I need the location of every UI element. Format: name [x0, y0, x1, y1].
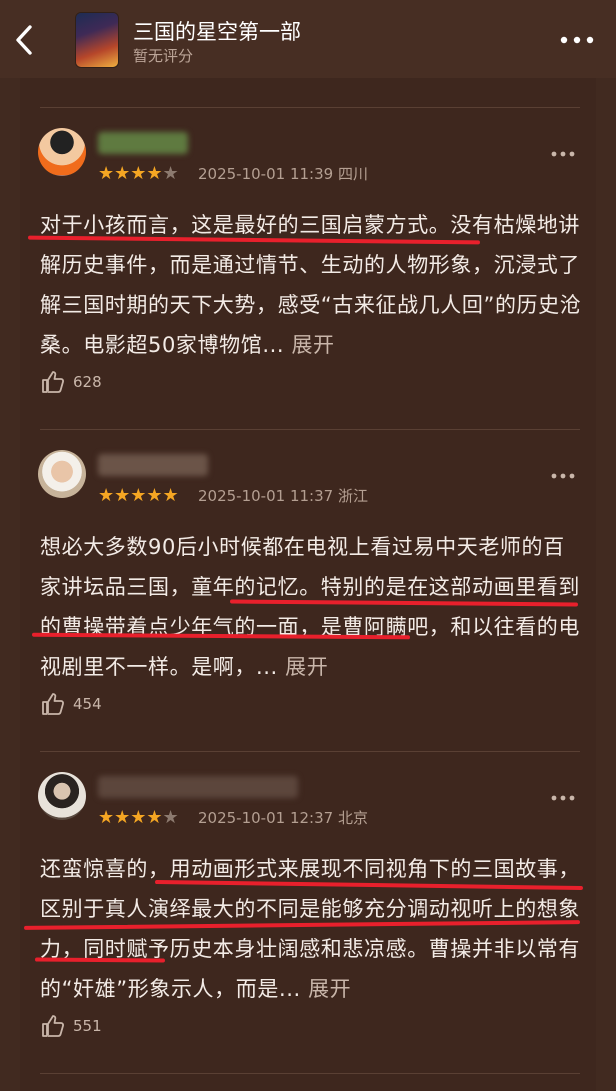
- left-margin: [0, 78, 20, 1091]
- username-blurred[interactable]: [98, 132, 188, 154]
- avatar[interactable]: [38, 128, 86, 176]
- movie-poster[interactable]: [76, 13, 118, 67]
- star-rating: ★★★★★: [98, 485, 179, 506]
- back-arrow-icon[interactable]: [10, 22, 40, 58]
- star-rating: ★★★★★: [98, 163, 179, 184]
- divider: [40, 1073, 580, 1074]
- review-meta: 2025-10-01 11:39 四川: [198, 165, 368, 183]
- like-count: 551: [73, 1017, 102, 1035]
- review-meta: 2025-10-01 11:37 浙江: [198, 487, 368, 505]
- movie-title: 三国的星空第一部: [133, 20, 301, 44]
- expand-link[interactable]: 展开: [291, 333, 334, 357]
- username-blurred[interactable]: [98, 454, 208, 476]
- like-button[interactable]: 454: [40, 691, 160, 719]
- review-meta: 2025-10-01 12:37 北京: [198, 809, 368, 827]
- top-bar: 三国的星空第一部 暂无评分: [0, 0, 616, 78]
- review-text[interactable]: 对于小孩而言，这是最好的三国启蒙方式。没有枯燥地讲解历史事件，而是通过情节、生动…: [40, 205, 586, 365]
- thumbs-up-icon: [42, 1015, 64, 1037]
- review-more-icon[interactable]: [550, 472, 576, 480]
- like-button[interactable]: 628: [40, 369, 160, 397]
- rating-status: 暂无评分: [133, 47, 194, 65]
- divider: [40, 107, 580, 108]
- review-more-icon[interactable]: [550, 150, 576, 158]
- like-count: 628: [73, 373, 102, 391]
- like-button[interactable]: 551: [40, 1013, 160, 1041]
- star-rating: ★★★★★: [98, 807, 179, 828]
- expand-link[interactable]: 展开: [308, 977, 351, 1001]
- avatar[interactable]: [38, 772, 86, 820]
- expand-link[interactable]: 展开: [285, 655, 328, 679]
- right-margin: [596, 78, 616, 1091]
- avatar[interactable]: [38, 450, 86, 498]
- more-options-icon[interactable]: [558, 30, 598, 50]
- username-blurred[interactable]: [98, 776, 298, 798]
- like-count: 454: [73, 695, 102, 713]
- divider: [40, 429, 580, 430]
- review-text[interactable]: 想必大多数90后小时候都在电视上看过易中天老师的百家讲坛品三国，童年的记忆。特别…: [40, 527, 586, 687]
- thumbs-up-icon: [42, 693, 64, 715]
- review-text[interactable]: 还蛮惊喜的，用动画形式来展现不同视角下的三国故事，区别于真人演绎最大的不同是能够…: [40, 849, 586, 1009]
- divider: [40, 751, 580, 752]
- review-more-icon[interactable]: [550, 794, 576, 802]
- thumbs-up-icon: [42, 371, 64, 393]
